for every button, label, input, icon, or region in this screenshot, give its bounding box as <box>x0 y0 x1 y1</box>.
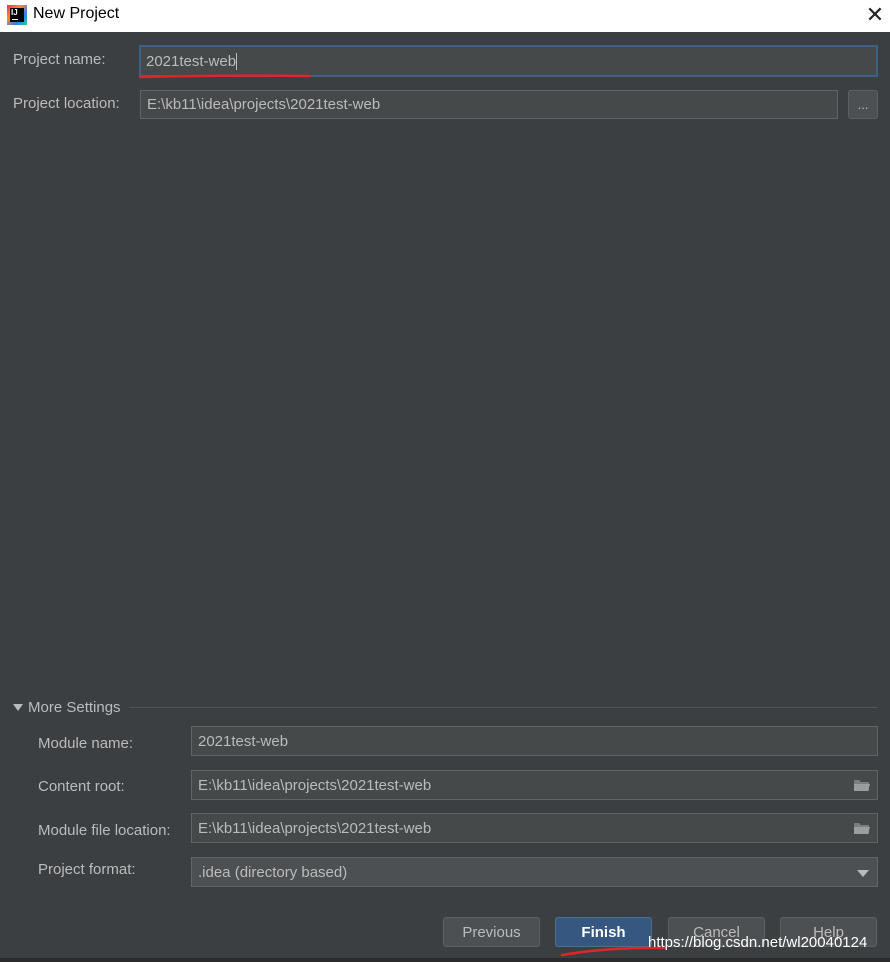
folder-icon[interactable] <box>853 821 871 835</box>
content-root-value: E:\kb11\idea\projects\2021test-web <box>198 776 432 794</box>
module-file-location-label: Module file location: <box>38 822 171 839</box>
module-name-label: Module name: <box>38 735 134 752</box>
window-title: New Project <box>33 5 120 22</box>
folder-icon[interactable] <box>853 778 871 792</box>
browse-button[interactable]: ... <box>848 90 878 119</box>
project-format-label: Project format: <box>38 861 136 878</box>
watermark-text: https://blog.csdn.net/wl20040124 <box>648 934 868 951</box>
bottom-strip <box>0 958 890 962</box>
red-underline-annotation <box>138 74 312 79</box>
previous-button[interactable]: Previous <box>443 917 540 947</box>
more-settings-label: More Settings <box>28 698 121 716</box>
module-file-location-input[interactable]: E:\kb11\idea\projects\2021test-web <box>191 813 878 843</box>
intellij-app-icon: IJ <box>7 5 27 25</box>
project-location-input[interactable]: E:\kb11\idea\projects\2021test-web <box>140 90 838 119</box>
chevron-down-icon <box>857 870 869 877</box>
project-location-label: Project location: <box>13 95 120 112</box>
finish-button[interactable]: Finish <box>555 917 652 947</box>
section-divider <box>128 706 878 708</box>
title-bar: IJ New Project ✕ <box>0 0 890 32</box>
module-name-input[interactable]: 2021test-web <box>191 726 878 756</box>
project-name-value: 2021test-web <box>146 52 237 70</box>
project-name-label: Project name: <box>13 51 106 68</box>
expand-triangle-icon <box>13 704 23 711</box>
more-settings-toggle[interactable]: More Settings <box>13 698 878 716</box>
module-file-location-value: E:\kb11\idea\projects\2021test-web <box>198 819 432 837</box>
close-icon[interactable]: ✕ <box>860 0 890 30</box>
project-format-select[interactable]: .idea (directory based) <box>191 857 878 887</box>
text-caret <box>236 52 238 70</box>
project-format-value: .idea (directory based) <box>198 863 348 881</box>
content-root-label: Content root: <box>38 778 125 795</box>
content-root-input[interactable]: E:\kb11\idea\projects\2021test-web <box>191 770 878 800</box>
